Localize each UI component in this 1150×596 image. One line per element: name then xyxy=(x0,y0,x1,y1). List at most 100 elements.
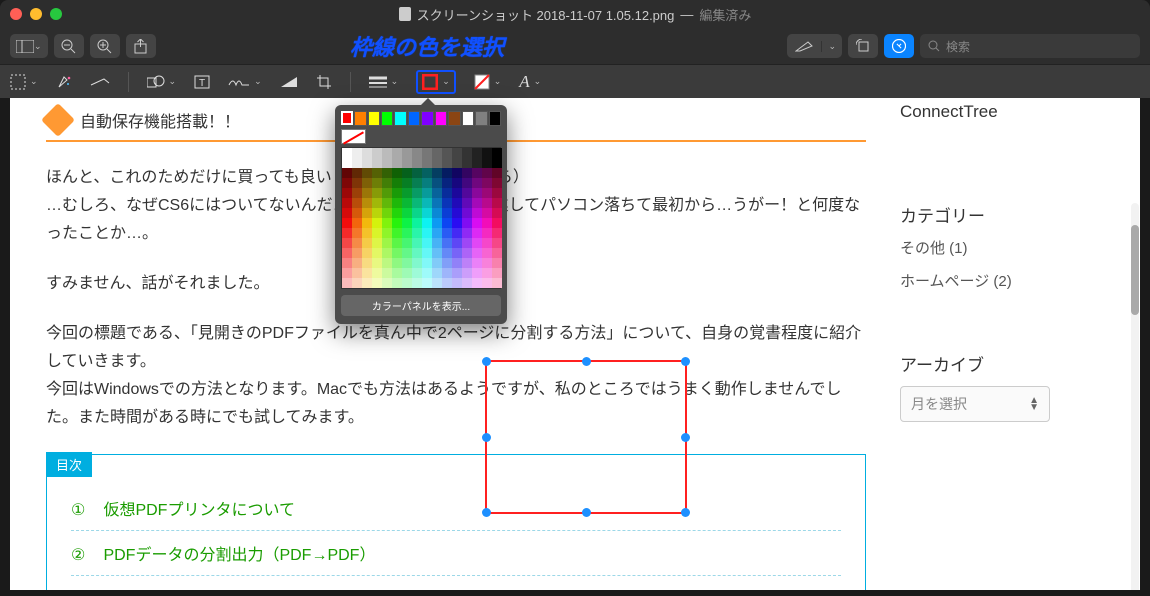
color-swatch[interactable] xyxy=(362,208,372,218)
color-swatch[interactable] xyxy=(412,228,422,238)
color-swatch[interactable] xyxy=(442,148,452,158)
color-swatch[interactable] xyxy=(402,278,412,288)
color-swatch[interactable] xyxy=(492,258,502,268)
color-swatch[interactable] xyxy=(392,198,402,208)
color-swatch[interactable] xyxy=(452,178,462,188)
color-swatch[interactable] xyxy=(462,148,472,158)
color-swatch[interactable] xyxy=(392,208,402,218)
color-swatch[interactable] xyxy=(362,218,372,228)
crop-tool[interactable] xyxy=(316,74,332,90)
color-swatch[interactable] xyxy=(392,278,402,288)
color-swatch[interactable] xyxy=(492,238,502,248)
sidebar-toggle-button[interactable]: ⌄ xyxy=(10,34,48,58)
color-swatch[interactable] xyxy=(482,178,492,188)
color-swatch[interactable] xyxy=(432,228,442,238)
color-swatch[interactable] xyxy=(462,188,472,198)
color-swatch[interactable] xyxy=(352,178,362,188)
shape-selection-rect[interactable] xyxy=(485,360,687,514)
line-style-tool[interactable]: ⌄ xyxy=(369,76,399,88)
color-swatch[interactable] xyxy=(472,198,482,208)
shapes-tool[interactable]: ⌄ xyxy=(147,75,177,89)
color-swatch[interactable] xyxy=(482,168,492,178)
text-tool[interactable]: T xyxy=(194,75,210,89)
color-swatch[interactable] xyxy=(442,268,452,278)
color-swatch[interactable] xyxy=(492,218,502,228)
color-swatch[interactable] xyxy=(402,238,412,248)
color-swatch[interactable] xyxy=(402,248,412,258)
color-swatch[interactable] xyxy=(342,278,352,288)
color-swatch[interactable] xyxy=(341,111,353,125)
resize-handle[interactable] xyxy=(582,357,591,366)
color-swatch[interactable] xyxy=(342,188,352,198)
color-swatch[interactable] xyxy=(482,198,492,208)
color-swatch[interactable] xyxy=(362,188,372,198)
color-swatch[interactable] xyxy=(372,228,382,238)
color-swatch[interactable] xyxy=(372,168,382,178)
color-swatch[interactable] xyxy=(392,238,402,248)
color-swatch[interactable] xyxy=(402,148,412,158)
search-input[interactable]: 検索 xyxy=(920,34,1140,58)
color-swatch[interactable] xyxy=(402,168,412,178)
color-swatch[interactable] xyxy=(452,148,462,158)
color-swatch[interactable] xyxy=(442,178,452,188)
color-swatch[interactable] xyxy=(432,178,442,188)
color-swatch[interactable] xyxy=(372,258,382,268)
color-swatch[interactable] xyxy=(402,158,412,168)
color-swatch[interactable] xyxy=(482,188,492,198)
color-swatch[interactable] xyxy=(442,238,452,248)
color-swatch[interactable] xyxy=(352,268,362,278)
color-swatch[interactable] xyxy=(435,111,447,126)
color-swatch[interactable] xyxy=(392,148,402,158)
color-swatch[interactable] xyxy=(442,258,452,268)
color-swatch[interactable] xyxy=(492,188,502,198)
color-swatch[interactable] xyxy=(442,228,452,238)
scrollbar-thumb[interactable] xyxy=(1131,225,1139,315)
color-swatch[interactable] xyxy=(472,238,482,248)
markup-toggle[interactable]: ⌄ xyxy=(787,34,842,58)
color-swatch[interactable] xyxy=(482,148,492,158)
color-swatch[interactable] xyxy=(475,111,487,126)
color-swatch[interactable] xyxy=(402,188,412,198)
color-swatch[interactable] xyxy=(432,258,442,268)
color-swatch[interactable] xyxy=(382,208,392,218)
no-color-swatch[interactable] xyxy=(341,129,366,144)
color-swatch[interactable] xyxy=(382,268,392,278)
color-swatch[interactable] xyxy=(472,268,482,278)
color-swatch[interactable] xyxy=(442,218,452,228)
color-swatch[interactable] xyxy=(382,148,392,158)
color-swatch[interactable] xyxy=(342,208,352,218)
color-swatch[interactable] xyxy=(452,198,462,208)
color-swatch[interactable] xyxy=(432,158,442,168)
color-swatch[interactable] xyxy=(422,258,432,268)
color-swatch[interactable] xyxy=(372,218,382,228)
color-swatch[interactable] xyxy=(352,248,362,258)
color-swatch[interactable] xyxy=(492,158,502,168)
color-swatch[interactable] xyxy=(352,278,362,288)
color-swatch[interactable] xyxy=(432,218,442,228)
color-swatch[interactable] xyxy=(372,198,382,208)
color-swatch[interactable] xyxy=(382,228,392,238)
instant-alpha-tool[interactable] xyxy=(56,74,72,90)
rotate-button[interactable] xyxy=(848,34,878,58)
color-swatch[interactable] xyxy=(462,198,472,208)
color-swatch[interactable] xyxy=(452,168,462,178)
color-swatch[interactable] xyxy=(362,248,372,258)
color-swatch[interactable] xyxy=(352,198,362,208)
color-swatch[interactable] xyxy=(422,248,432,258)
color-swatch[interactable] xyxy=(422,188,432,198)
color-swatch[interactable] xyxy=(392,168,402,178)
color-swatch[interactable] xyxy=(422,268,432,278)
color-swatch[interactable] xyxy=(412,188,422,198)
color-swatch[interactable] xyxy=(382,168,392,178)
color-swatch[interactable] xyxy=(412,218,422,228)
color-swatch[interactable] xyxy=(412,278,422,288)
color-swatch[interactable] xyxy=(452,218,462,228)
color-swatch[interactable] xyxy=(381,111,393,126)
color-swatch[interactable] xyxy=(342,268,352,278)
color-swatch[interactable] xyxy=(342,228,352,238)
color-swatch[interactable] xyxy=(482,158,492,168)
color-swatch[interactable] xyxy=(442,278,452,288)
color-swatch[interactable] xyxy=(442,168,452,178)
color-swatch[interactable] xyxy=(422,198,432,208)
color-swatch[interactable] xyxy=(372,158,382,168)
